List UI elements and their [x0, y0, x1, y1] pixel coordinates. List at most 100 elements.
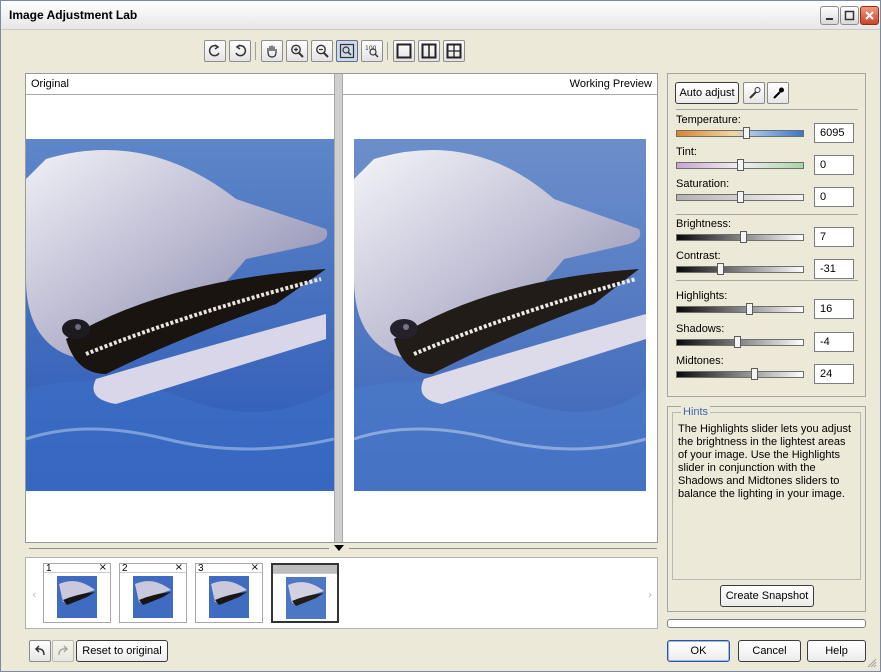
rotate-right-button[interactable]: [229, 40, 251, 62]
temperature-value-field[interactable]: 6095: [814, 123, 854, 143]
original-dolphin-image: [26, 139, 334, 491]
highlights-slider[interactable]: [676, 306, 804, 313]
zoom-100-button[interactable]: 100: [361, 40, 383, 62]
snapshot-close-icon[interactable]: ×: [175, 562, 183, 573]
hints-text: The Highlights slider lets you adjust th…: [678, 423, 852, 500]
temperature-slider-thumb[interactable]: [743, 127, 750, 139]
snapshot-1[interactable]: 1 ×: [43, 562, 111, 623]
saturation-slider-thumb[interactable]: [737, 191, 744, 203]
midtones-slider-thumb[interactable]: [751, 368, 758, 380]
contrast-slider[interactable]: [676, 266, 804, 273]
before-after-view-button[interactable]: [443, 40, 465, 62]
white-eyedropper-icon: [749, 87, 761, 99]
working-preview-pane[interactable]: Working Preview: [343, 74, 657, 542]
zoom-out-button[interactable]: [311, 40, 333, 62]
maximize-icon: [844, 10, 855, 21]
snapshot-3[interactable]: 3 ×: [195, 562, 263, 623]
temperature-slider[interactable]: [676, 130, 804, 137]
snapshot-thumbnail: [57, 576, 97, 618]
shadows-slider-thumb[interactable]: [734, 336, 741, 348]
white-point-button[interactable]: [743, 82, 765, 104]
zoom-100-icon: 100: [365, 45, 379, 58]
help-button[interactable]: Help: [807, 640, 866, 662]
before-after-icon: [446, 43, 462, 59]
split-view-icon: [421, 43, 437, 59]
tint-value-field[interactable]: 0: [814, 155, 854, 175]
highlights-label: Highlights:: [676, 290, 728, 302]
progress-bar: [667, 619, 866, 628]
single-pane-icon: [396, 43, 412, 59]
redo-icon: [58, 645, 69, 656]
rotate-left-button[interactable]: [204, 40, 226, 62]
snapshot-thumbnail: [209, 576, 249, 618]
minimize-button[interactable]: [820, 6, 839, 25]
black-point-button[interactable]: [767, 82, 789, 104]
resize-grip-icon[interactable]: [867, 658, 877, 668]
snapshot-thumbnail: [133, 576, 173, 618]
zoom-to-fit-button[interactable]: [336, 40, 358, 62]
hints-title: Hints: [681, 406, 711, 418]
shadows-label: Shadows:: [676, 323, 725, 335]
auto-adjust-button[interactable]: Auto adjust: [675, 82, 739, 104]
hand-tool-button[interactable]: [261, 40, 283, 62]
original-pane[interactable]: Original: [26, 74, 334, 542]
image-preview-area[interactable]: Original Working Preview: [25, 73, 658, 543]
zoom-in-icon: [291, 44, 304, 58]
working-preview-label: Working Preview: [569, 78, 652, 90]
undo-icon: [34, 645, 45, 656]
tint-slider-thumb[interactable]: [737, 159, 744, 171]
scroll-left-icon[interactable]: ‹: [32, 588, 36, 601]
saturation-value-field[interactable]: 0: [814, 187, 854, 207]
preview-pane-header: Working Preview: [343, 74, 657, 95]
contrast-label: Contrast:: [676, 250, 721, 262]
original-pane-header: Original: [26, 74, 334, 95]
split-view-button[interactable]: [418, 40, 440, 62]
snapshot-close-icon[interactable]: ×: [251, 562, 259, 573]
highlights-slider-thumb[interactable]: [746, 303, 753, 315]
maximize-button[interactable]: [840, 6, 859, 25]
minimize-icon: [826, 18, 833, 20]
brightness-slider-thumb[interactable]: [740, 231, 747, 243]
hints-panel: Hints The Highlights slider lets you adj…: [667, 406, 866, 612]
brightness-label: Brightness:: [676, 218, 732, 230]
dialog-window: Image Adjustment Lab 100 Original Workin…: [0, 0, 881, 672]
snapshot-number: 1: [46, 563, 52, 574]
zoom-out-icon: [316, 44, 329, 58]
temperature-label: Temperature:: [676, 114, 741, 126]
tint-label: Tint:: [676, 146, 697, 158]
collapse-arrow-icon: [334, 545, 344, 551]
preview-dolphin-image: [353, 139, 647, 491]
snapshot-close-icon[interactable]: ×: [99, 562, 107, 573]
saturation-label: Saturation:: [676, 178, 730, 190]
shadows-value-field[interactable]: -4: [814, 332, 854, 352]
contrast-slider-thumb[interactable]: [717, 263, 724, 275]
redo-button[interactable]: [52, 640, 74, 662]
filmstrip-collapse-toggle[interactable]: [29, 545, 657, 553]
single-pane-view-button[interactable]: [393, 40, 415, 62]
contrast-value-field[interactable]: -31: [814, 259, 854, 279]
original-label: Original: [31, 78, 69, 90]
highlights-value-field[interactable]: 16: [814, 299, 854, 319]
zoom-to-fit-icon: [339, 43, 355, 59]
close-icon: [865, 11, 874, 20]
pane-divider[interactable]: [334, 74, 343, 542]
create-snapshot-button[interactable]: Create Snapshot: [720, 585, 814, 607]
title-bar: Image Adjustment Lab: [1, 1, 880, 30]
snapshot-number: 2: [122, 563, 128, 574]
brightness-value-field[interactable]: 7: [814, 227, 854, 247]
snapshot-filmstrip: ‹ 1 × 2 × 3 × ›: [25, 557, 658, 629]
undo-button[interactable]: [29, 640, 51, 662]
midtones-value-field[interactable]: 24: [814, 364, 854, 384]
close-button[interactable]: [860, 6, 879, 25]
zoom-in-button[interactable]: [286, 40, 308, 62]
scroll-right-icon[interactable]: ›: [648, 588, 652, 601]
midtones-label: Midtones:: [676, 355, 724, 367]
reset-to-original-button[interactable]: Reset to original: [76, 640, 168, 662]
ok-button[interactable]: OK: [667, 640, 730, 662]
snapshot-2[interactable]: 2 ×: [119, 562, 187, 623]
cancel-button[interactable]: Cancel: [738, 640, 801, 662]
midtones-slider[interactable]: [676, 371, 804, 378]
current-snapshot[interactable]: [271, 563, 339, 623]
snapshot-thumbnail: [286, 577, 326, 619]
black-eyedropper-icon: [773, 87, 784, 99]
